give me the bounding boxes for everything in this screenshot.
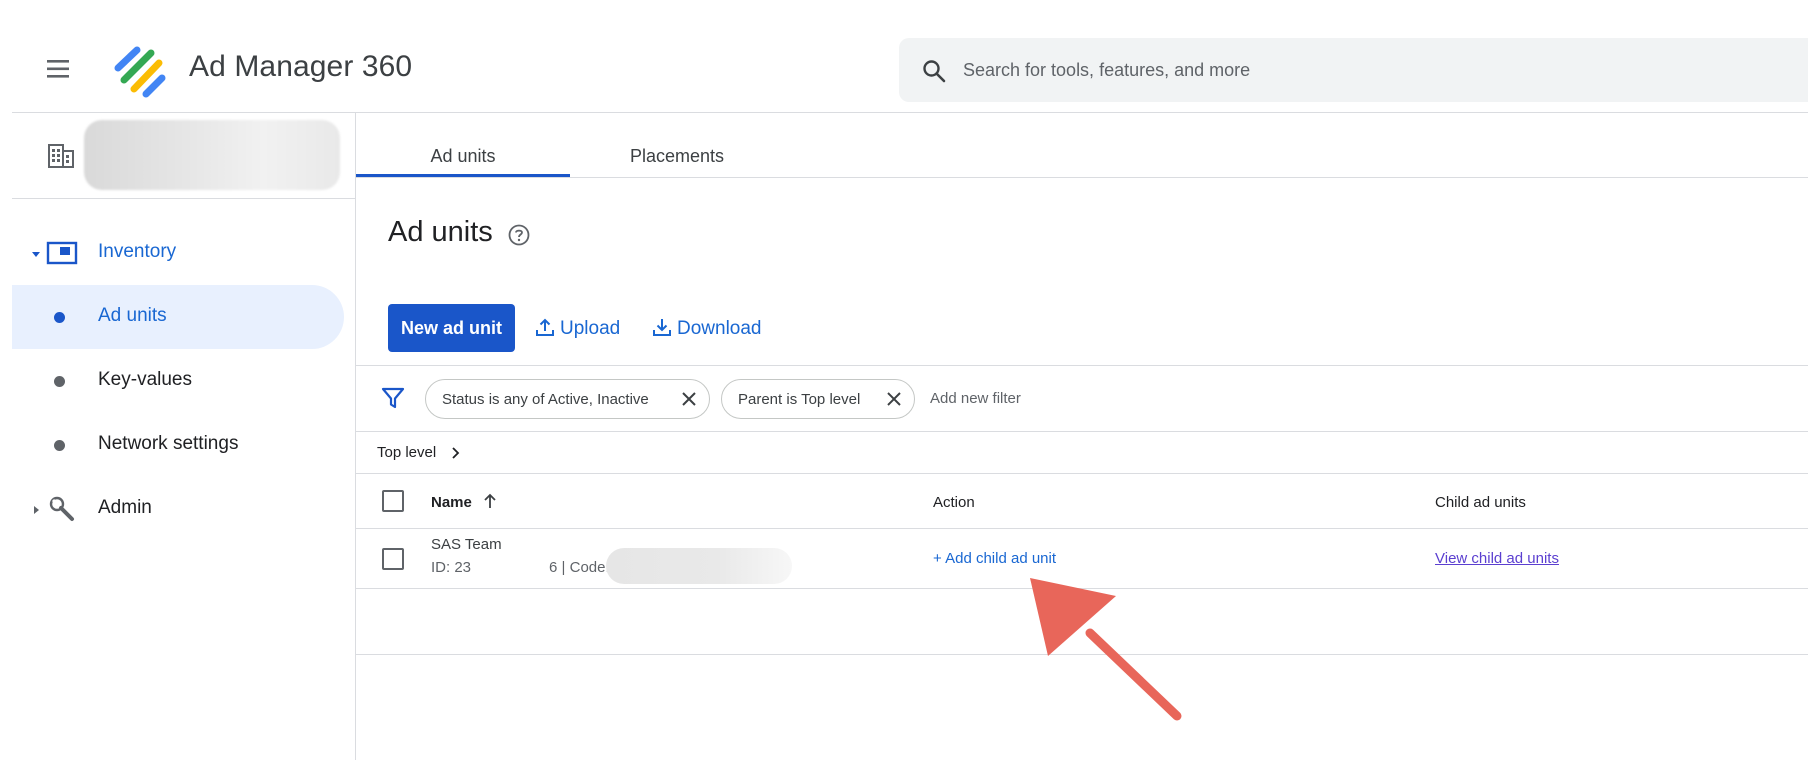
sidebar-separator bbox=[12, 198, 355, 199]
sidebar-item-label: Inventory bbox=[98, 241, 177, 262]
sidebar-item-label: Ad units bbox=[98, 305, 167, 326]
column-header-child-ad-units: Child ad units bbox=[1435, 494, 1526, 511]
close-icon[interactable] bbox=[885, 390, 903, 408]
caret-down-icon bbox=[30, 247, 42, 259]
chip-label: Status is any of Active, Inactive bbox=[442, 391, 649, 408]
chip-label: Parent is Top level bbox=[738, 391, 861, 408]
upload-label: Upload bbox=[560, 318, 621, 339]
app-title: Ad Manager 360 bbox=[189, 50, 413, 83]
ad-unit-id-suffix: 6 | Code: bbox=[549, 559, 610, 576]
sidebar-item-key-values[interactable]: Key-values bbox=[12, 349, 344, 413]
search-bar[interactable]: Search for tools, features, and more bbox=[899, 38, 1808, 102]
sidebar-item-admin[interactable]: Admin bbox=[12, 477, 344, 541]
inventory-icon bbox=[46, 237, 78, 269]
wrench-icon bbox=[46, 493, 78, 525]
sidebar-item-network-settings[interactable]: Network settings bbox=[12, 413, 344, 477]
bullet-icon bbox=[54, 312, 65, 323]
search-placeholder[interactable]: Search for tools, features, and more bbox=[963, 60, 1250, 81]
annotation-arrow bbox=[1030, 578, 1190, 728]
column-header-name[interactable]: Name bbox=[431, 494, 472, 511]
caret-right-icon bbox=[30, 503, 42, 515]
code-redaction bbox=[606, 548, 792, 584]
download-label: Download bbox=[677, 318, 762, 339]
building-icon bbox=[46, 141, 76, 171]
breadcrumb[interactable]: Top level bbox=[377, 444, 436, 461]
network-selector[interactable] bbox=[84, 120, 340, 190]
tab-label: Placements bbox=[629, 146, 725, 166]
download-icon bbox=[653, 319, 671, 336]
download-button[interactable]: Download bbox=[651, 316, 762, 342]
filter-chip-status[interactable]: Status is any of Active, Inactive bbox=[425, 379, 710, 419]
add-child-ad-unit-link[interactable]: + Add child ad unit bbox=[933, 550, 1056, 567]
column-header-action: Action bbox=[933, 494, 975, 511]
tabs-divider bbox=[356, 177, 1808, 178]
tab-placements[interactable]: Placements bbox=[570, 130, 784, 178]
tab-ad-units[interactable]: Ad units bbox=[356, 130, 570, 178]
view-child-ad-units-link[interactable]: View child ad units bbox=[1435, 550, 1559, 567]
upload-button[interactable]: Upload bbox=[534, 316, 620, 342]
header-divider bbox=[12, 112, 1808, 113]
sidebar-item-inventory[interactable]: Inventory bbox=[12, 221, 344, 285]
sidebar-item-ad-units[interactable]: Ad units bbox=[12, 285, 344, 349]
divider bbox=[356, 431, 1808, 432]
divider bbox=[356, 365, 1808, 366]
ad-unit-name: SAS Team bbox=[431, 536, 502, 553]
sidebar-item-label: Admin bbox=[98, 497, 152, 518]
sidebar-divider bbox=[355, 112, 356, 760]
row-checkbox[interactable] bbox=[382, 548, 404, 570]
divider bbox=[356, 473, 1808, 474]
bullet-icon bbox=[54, 440, 65, 451]
filter-chip-parent[interactable]: Parent is Top level bbox=[721, 379, 915, 419]
redaction bbox=[478, 552, 536, 586]
sidebar-item-label: Key-values bbox=[98, 369, 192, 390]
divider bbox=[356, 528, 1808, 529]
filter-icon[interactable] bbox=[380, 385, 406, 411]
help-icon[interactable] bbox=[506, 222, 532, 248]
ad-manager-logo bbox=[112, 42, 170, 100]
new-ad-unit-button[interactable]: New ad unit bbox=[388, 304, 515, 352]
arrow-up-icon[interactable] bbox=[482, 492, 498, 510]
add-filter-input[interactable]: Add new filter bbox=[930, 390, 1021, 407]
bullet-icon bbox=[54, 376, 65, 387]
page-title: Ad units bbox=[388, 216, 493, 248]
search-icon bbox=[921, 58, 947, 84]
chevron-right-icon bbox=[450, 446, 462, 460]
upload-icon bbox=[536, 318, 554, 336]
tab-label: Ad units bbox=[430, 146, 496, 166]
close-icon[interactable] bbox=[680, 390, 698, 408]
ad-unit-id-prefix: ID: 23 bbox=[431, 559, 472, 576]
menu-icon[interactable] bbox=[40, 54, 76, 84]
sidebar-item-label: Network settings bbox=[98, 433, 239, 454]
select-all-checkbox[interactable] bbox=[382, 490, 404, 512]
